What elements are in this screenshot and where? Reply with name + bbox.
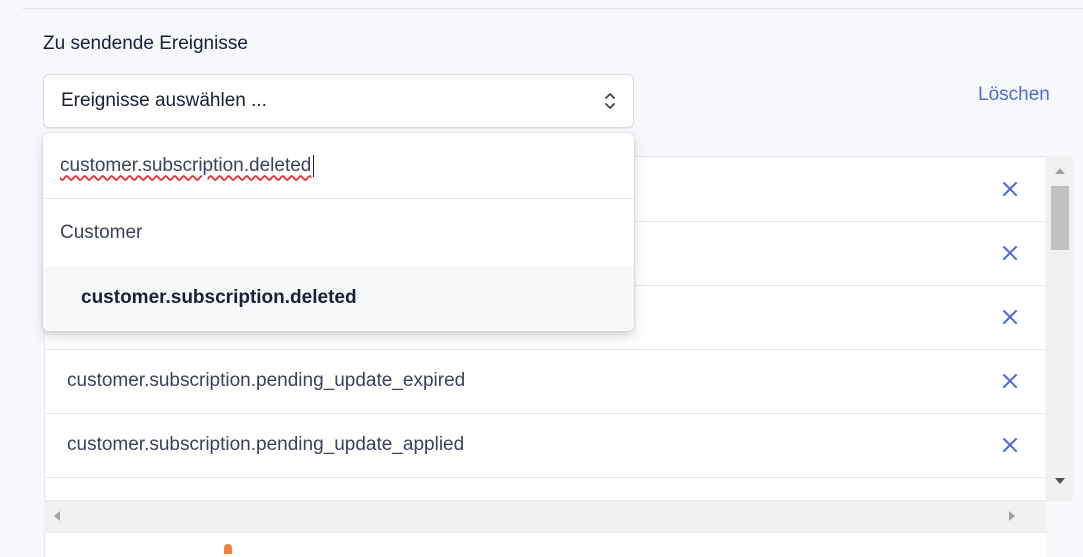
remove-icon[interactable]	[998, 241, 1022, 265]
remove-icon[interactable]	[998, 177, 1022, 201]
event-row: customer.subscription.pending_update_app…	[45, 413, 1046, 478]
bottom-panel	[44, 533, 1047, 557]
event-label: customer.subscription.pending_update_app…	[67, 434, 465, 455]
dropdown-search[interactable]: customer.subscription.deleted	[43, 133, 634, 199]
partial-icon	[224, 544, 232, 554]
search-input[interactable]: customer.subscription.deleted	[60, 154, 315, 177]
section-title: Zu sendende Ereignisse	[43, 33, 248, 54]
event-select-placeholder: Ereignisse auswählen ...	[61, 90, 267, 111]
scroll-up-arrow-icon[interactable]	[1055, 168, 1065, 174]
group-label: Customer	[60, 221, 143, 243]
scroll-thumb[interactable]	[1051, 186, 1069, 250]
dropdown-option-label: customer.subscription.deleted	[81, 287, 357, 308]
event-row: customer.subscription.pending_update_exp…	[45, 349, 1046, 414]
vertical-scrollbar[interactable]	[1047, 156, 1073, 501]
clear-link[interactable]: Löschen	[978, 84, 1050, 106]
scroll-left-arrow-icon[interactable]	[54, 511, 60, 521]
event-dropdown: customer.subscription.deleted Customer c…	[43, 133, 634, 331]
chevron-up-down-icon	[605, 93, 615, 109]
remove-icon[interactable]	[998, 369, 1022, 393]
scroll-right-arrow-icon[interactable]	[1009, 511, 1015, 521]
remove-icon[interactable]	[998, 305, 1022, 329]
remove-icon[interactable]	[998, 433, 1022, 457]
event-select[interactable]: Ereignisse auswählen ...	[43, 74, 634, 128]
scroll-down-arrow-icon[interactable]	[1055, 478, 1065, 484]
horizontal-scrollbar[interactable]	[44, 501, 1047, 533]
dropdown-option[interactable]: customer.subscription.deleted	[43, 266, 634, 330]
top-divider	[22, 8, 1083, 9]
event-label: customer.subscription.pending_update_exp…	[67, 370, 466, 391]
